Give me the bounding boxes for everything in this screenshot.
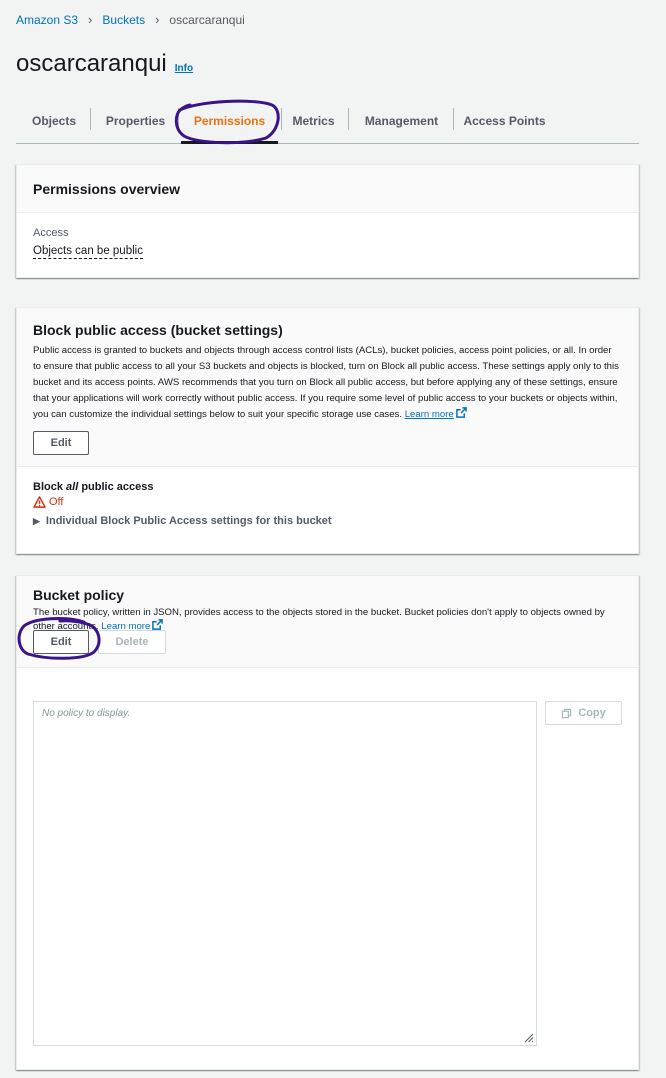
access-label: Access [33,227,69,239]
tab-divider [281,108,282,130]
external-link-icon [152,619,164,630]
copy-policy-button[interactable]: Copy [545,701,622,725]
individual-settings-expander[interactable]: ▶ Individual Block Public Access setting… [33,515,622,527]
access-value[interactable]: Objects can be public [33,245,143,259]
page-title: oscarcaranqui [16,50,167,77]
breadcrumb: Amazon S3 › Buckets › oscarcaranqui [16,12,245,27]
policy-placeholder: No policy to display. [42,708,131,719]
panel-body: Block all public access Off ▶ Individual… [17,467,638,527]
tab-access-points[interactable]: Access Points [458,98,551,143]
resize-handle-icon[interactable] [522,1031,534,1043]
external-link-icon [455,407,467,418]
tab-properties[interactable]: Properties [96,98,175,143]
tab-objects[interactable]: Objects [22,98,86,143]
breadcrumb-current: oscarcaranqui [169,12,245,27]
expander-label: Individual Block Public Access settings … [45,515,332,527]
warning-icon [33,496,46,508]
label-suffix: public access [81,481,154,493]
block-public-access-title: Block public access (bucket settings) [33,322,283,338]
info-link[interactable]: Info [175,63,193,74]
block-public-access-description: Public access is granted to buckets and … [33,343,619,423]
panel-header: Permissions overview [17,165,638,213]
label-prefix: Block [33,481,63,493]
panel-header: Bucket policy The bucket policy, written… [17,576,638,668]
tab-metrics[interactable]: Metrics [284,98,343,143]
tab-divider [348,108,349,130]
breadcrumb-buckets[interactable]: Buckets [102,13,145,27]
bucket-policy-description: The bucket policy, written in JSON, prov… [33,606,623,633]
label-emphasis: all [66,481,79,493]
policy-editor[interactable]: No policy to display. [33,701,537,1046]
tab-divider [453,108,454,130]
panel-body: No policy to display. Copy [17,668,638,1068]
panel-body: Access Objects can be public [17,213,638,259]
caret-right-icon: ▶ [33,515,40,526]
breadcrumb-amazon-s3[interactable]: Amazon S3 [16,13,78,27]
tab-divider [178,108,179,130]
edit-bucket-policy-button[interactable]: Edit [33,630,89,654]
edit-block-public-access-button[interactable]: Edit [33,431,89,455]
copy-label: Copy [578,707,606,719]
status-badge: Off [33,496,622,508]
learn-more-link[interactable]: Learn more [404,407,467,420]
tab-permissions[interactable]: Permissions [181,98,278,144]
copy-icon [562,708,572,718]
bucket-policy-panel: Bucket policy The bucket policy, written… [16,575,639,1070]
delete-bucket-policy-button[interactable]: Delete [98,630,166,654]
chevron-right-icon: › [155,12,160,27]
tab-divider [90,108,91,130]
page-header: oscarcaranqui Info [16,50,193,78]
status-text: Off [49,496,64,508]
description-text: Public access is granted to buckets and … [33,345,619,420]
bucket-policy-title: Bucket policy [33,587,125,603]
permissions-overview-title: Permissions overview [33,181,181,197]
learn-more-label: Learn more [404,409,454,420]
tab-bar: Objects Properties Permissions Metrics M… [16,98,639,144]
block-public-access-panel: Block public access (bucket settings) Pu… [16,307,639,554]
permissions-overview-panel: Permissions overview Access Objects can … [16,164,639,278]
tab-management[interactable]: Management [354,98,449,143]
block-all-public-access-label: Block all public access [33,481,622,493]
panel-header: Block public access (bucket settings) Pu… [17,308,638,467]
chevron-right-icon: › [88,12,93,27]
